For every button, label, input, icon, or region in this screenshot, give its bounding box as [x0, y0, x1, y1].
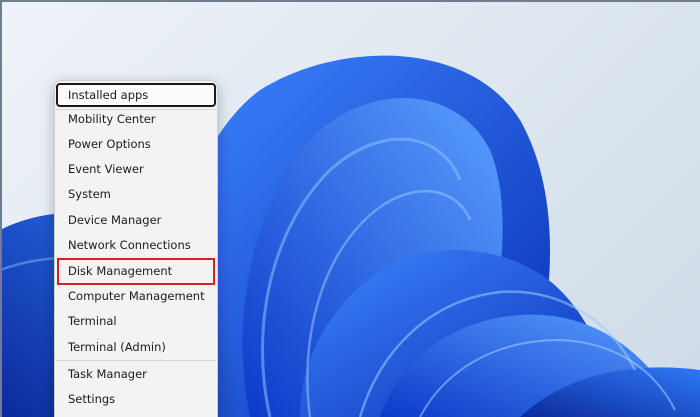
menu-item-device-manager[interactable]: Device Manager	[56, 208, 216, 232]
menu-item-terminal-admin[interactable]: Terminal (Admin)	[56, 335, 216, 359]
desktop-screen: Installed apps Mobility Center Power Opt…	[0, 0, 700, 417]
menu-item-computer-management[interactable]: Computer Management	[56, 284, 216, 308]
top-border	[0, 0, 700, 2]
disk-management-highlight-box	[57, 258, 215, 285]
menu-item-event-viewer[interactable]: Event Viewer	[56, 157, 216, 181]
menu-item-network-connections[interactable]: Network Connections	[56, 233, 216, 257]
menu-item-mobility-center[interactable]: Mobility Center	[56, 107, 216, 131]
winx-context-menu: Installed apps Mobility Center Power Opt…	[54, 80, 218, 417]
menu-item-installed-apps[interactable]: Installed apps	[56, 83, 216, 107]
menu-item-terminal[interactable]: Terminal	[56, 309, 216, 333]
menu-item-system[interactable]: System	[56, 182, 216, 206]
menu-item-task-manager[interactable]: Task Manager	[56, 362, 216, 386]
menu-item-power-options[interactable]: Power Options	[56, 132, 216, 156]
left-border	[0, 0, 2, 417]
menu-item-settings[interactable]: Settings	[56, 387, 216, 411]
menu-separator	[56, 360, 216, 361]
